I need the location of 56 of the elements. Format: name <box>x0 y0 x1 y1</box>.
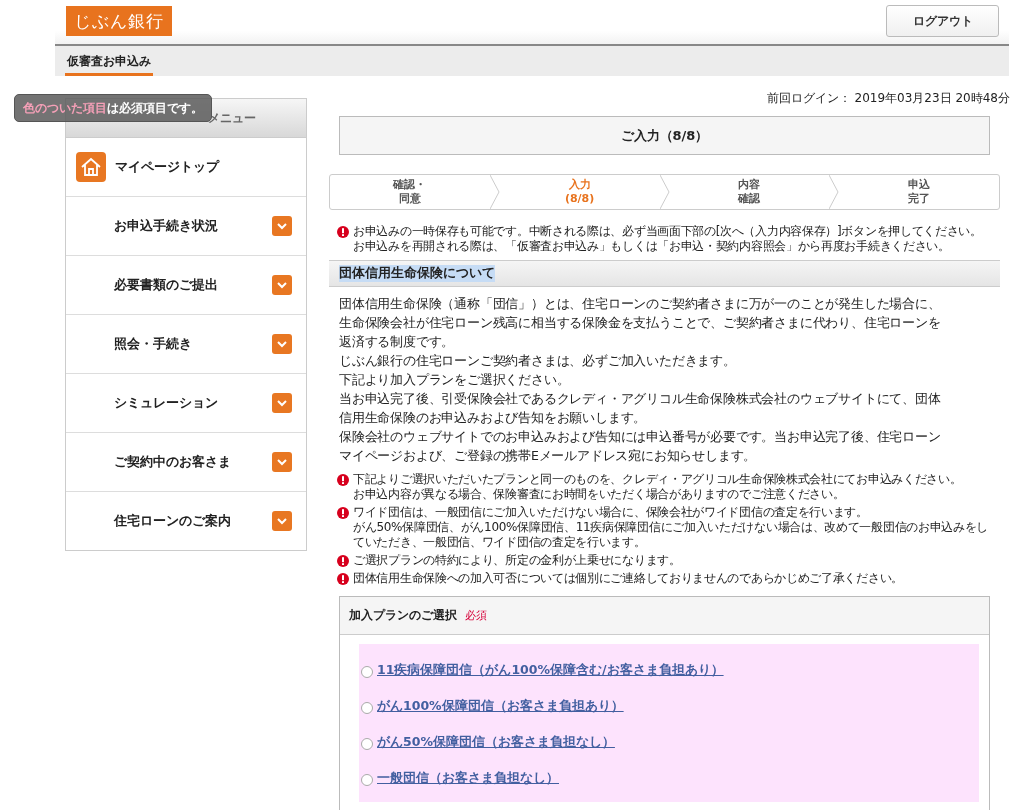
section-text: 返済する制度です。 <box>339 333 455 351</box>
step-label: 確認・ <box>393 178 427 192</box>
section-text: じぶん銀行の住宅ローンご契約者さまは、必ずご加入いただきます。 <box>339 352 736 370</box>
tooltip-text: は必須項目です。 <box>107 99 203 117</box>
section-text: 信用生命保険のお申込みおよび告知をお願いします。 <box>339 409 647 427</box>
note-text: ワイド団信は、一般団信にご加入いただけない場合に、保険会社がワイド団信の査定を行います。 <box>353 505 868 520</box>
sidebar-item[interactable]: 住宅ローンのご案内 <box>66 492 306 550</box>
warning-icon <box>337 474 349 486</box>
step-label: 確認 <box>738 192 761 206</box>
radio-button[interactable] <box>361 774 373 786</box>
section-text: 団体信用生命保険（通称「団信」）とは、住宅ローンのご契約者さまに万が一のことが発生した場合に、 <box>339 295 941 313</box>
sidebar-item[interactable]: マイページトップ <box>66 138 306 197</box>
step-label: 内容 <box>738 178 761 192</box>
warning-icon <box>337 226 349 238</box>
warning-icon <box>337 573 349 585</box>
warning-icon <box>337 507 349 519</box>
sidebar-item[interactable]: ご契約中のお客さま <box>66 433 306 492</box>
note-text: お申込内容が異なる場合、保険審査にお時間をいただく場合がありますのでご注意ください。 <box>353 487 845 502</box>
step-label: 完了 <box>908 192 931 206</box>
plan-title: 加入プランのご選択 <box>349 607 457 624</box>
logout-button[interactable]: ログアウト <box>886 5 999 37</box>
note-text: 団体信用生命保険への加入可否については個別にご連絡しておりませんのであらかじめご了承ください。 <box>353 571 903 586</box>
section-text: 生命保険会社が住宅ローン残高に相当する保険金を支払うことで、ご契約者さまに代わり、住宅ローンを <box>339 314 941 332</box>
note-text: がん50%保障団信、がん100%保障団信、11疾病保障団信にご加入いただけない場合は、改めて一般団信のお申込みをし <box>353 520 989 535</box>
step-label: 入力 <box>568 178 591 192</box>
radio-button[interactable] <box>361 738 373 750</box>
plan-option-link[interactable]: 11疾病保障団信（がん100%保障含む/お客さま負担あり） <box>377 661 724 679</box>
note-text: ご選択プランの特約により、所定の金利が上乗せになります。 <box>353 553 681 568</box>
plan-option-link[interactable]: がん100%保障団信（お客さま負担あり） <box>377 697 624 715</box>
warning-icon <box>337 555 349 567</box>
plan-option-link[interactable]: がん50%保障団信（お客さま負担なし） <box>377 733 615 751</box>
radio-button[interactable] <box>361 702 373 714</box>
nav-tab[interactable]: 仮審査お申込み <box>65 46 153 76</box>
notice-text: お申込みを再開される際は、「仮審査お申込み」もしくは「お申込・契約内容照会」から再度お手続きください。 <box>353 239 950 254</box>
tooltip-highlight: 色のついた項目 <box>23 99 107 117</box>
step-label: 同意 <box>398 192 421 206</box>
sidebar-item[interactable]: 必要書類のご提出 <box>66 256 306 315</box>
section-text: マイページおよび、ご登録の携帯Eメールアドレス宛にお知らせします。 <box>339 447 757 465</box>
step-label: (8/8) <box>564 192 595 206</box>
radio-button[interactable] <box>361 666 373 678</box>
required-label: 必須 <box>465 608 487 623</box>
notice-text: お申込みの一時保存も可能です。中断される際は、必ず当画面下部の[次へ（入力内容保存）]ボタンを押してください。 <box>353 224 982 239</box>
page-title: ご入力（8/8） <box>339 116 990 155</box>
home-icon <box>76 152 106 182</box>
section-heading: 団体信用生命保険について <box>339 265 495 282</box>
plan-option-link[interactable]: 一般団信（お客さま負担なし） <box>377 769 559 787</box>
note-text: 下記よりご選択いただいたプランと同一のものを、クレディ・アグリコル生命保険株式会社にてお申込みください。 <box>353 472 962 487</box>
note-text: ていただき、一般団信、ワイド団信の査定を行います。 <box>353 535 646 550</box>
last-login: 前回ログイン： 2019年03月23日 20時48分 <box>766 90 1010 107</box>
section-text: 当お申込完了後、引受保険会社であるクレディ・アグリコル生命保険株式会社のウェブサイトにて、団体 <box>339 390 941 408</box>
sidebar-item[interactable]: 照会・手続き <box>66 315 306 374</box>
sidebar-item[interactable]: シミュレーション <box>66 374 306 433</box>
step-label: 申込 <box>908 178 931 192</box>
sidebar-item[interactable]: お申込手続き状況 <box>66 197 306 256</box>
section-text: 下記より加入プランをご選択ください。 <box>339 371 570 389</box>
section-text: 保険会社のウェブサイトでのお申込みおよび告知には申込番号が必要です。当お申込完了後、住宅ローン <box>339 428 941 446</box>
